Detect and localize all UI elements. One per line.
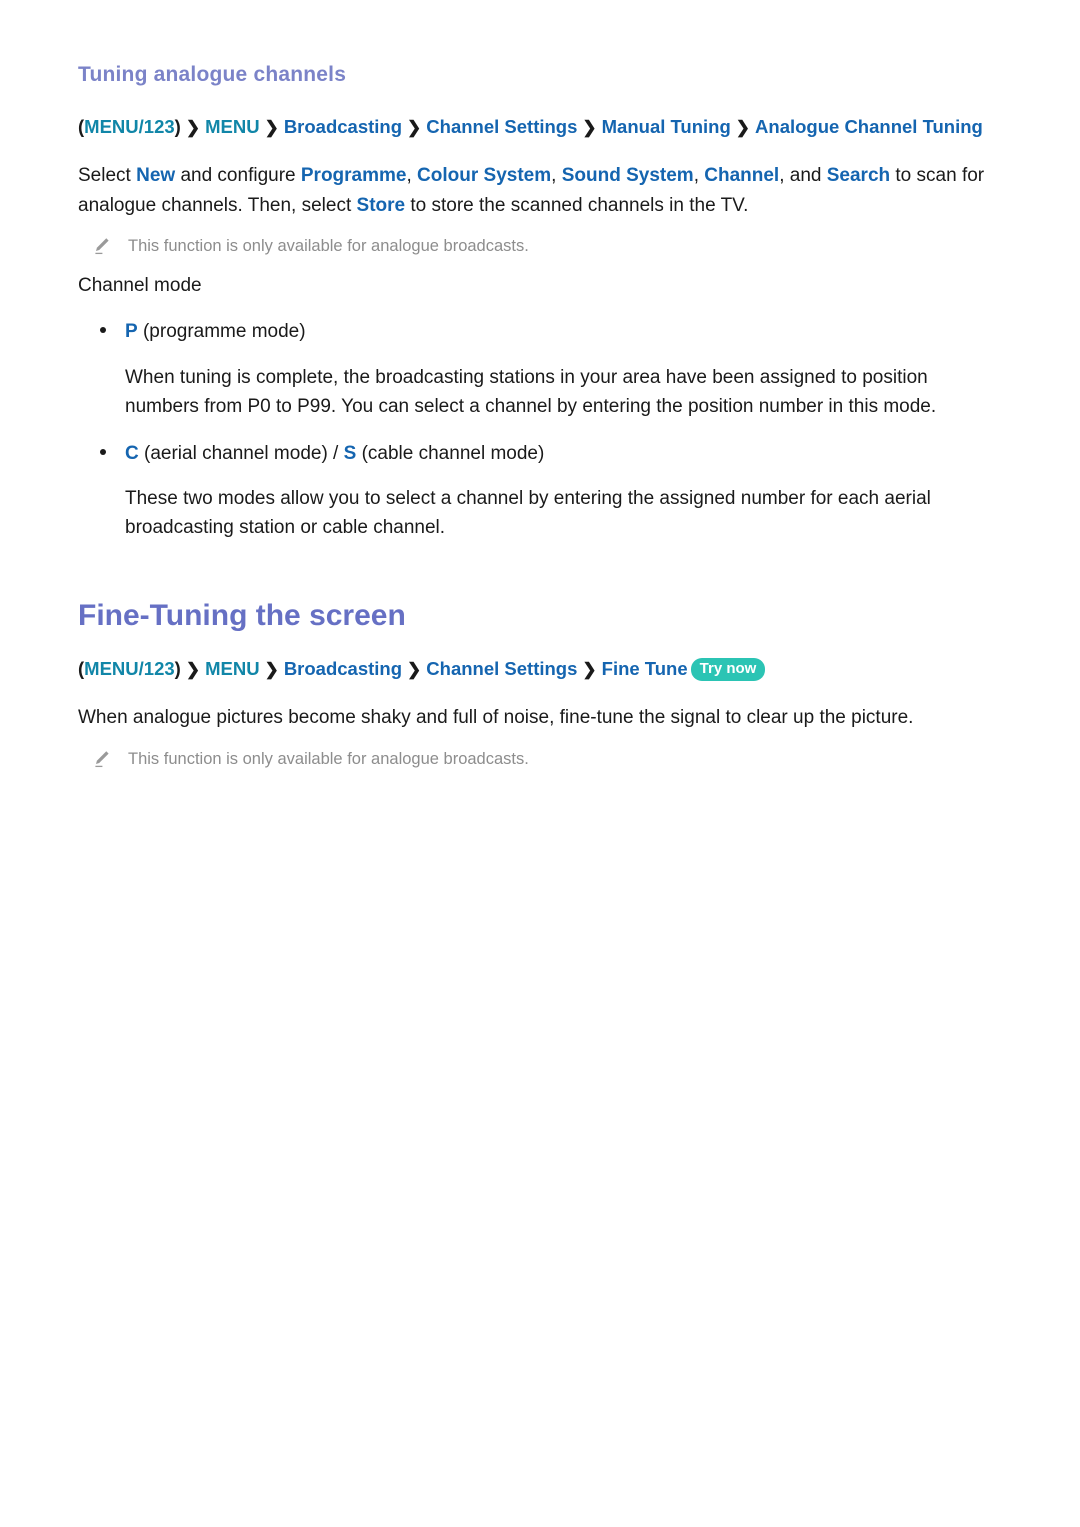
chevron-right-icon: ❯: [185, 660, 201, 680]
note-analogue-broadcasts-one: This function is only available for anal…: [78, 234, 990, 259]
chevron-right-icon: ❯: [185, 118, 201, 138]
breadcrumb-fine-tune: (MENU/123) ❯ MENU ❯ Broadcasting ❯ Channel Set…: [78, 656, 990, 683]
para-text: to store the scanned channels in the TV.: [405, 194, 749, 216]
breadcrumb-item-menu[interactable]: MENU: [205, 116, 259, 137]
keyword-programme: Programme: [300, 165, 407, 187]
bullet-dot-icon: [100, 448, 106, 455]
section-two-heading: Fine-Tuning the screen: [78, 598, 406, 632]
bullet-one-description: When tuning is complete, the broadcastin…: [125, 366, 937, 418]
breadcrumb-item-broadcasting[interactable]: Broadcasting: [284, 116, 402, 137]
note-text: This function is only available for anal…: [128, 236, 529, 255]
breadcrumb-item-menu[interactable]: MENU: [205, 658, 259, 679]
breadcrumb-analogue-channel-tuning: (MENU/123) ❯ MENU ❯ Broadcasting ❯ Channel Set…: [78, 114, 990, 141]
breadcrumb-item-menu123[interactable]: MENU/123: [84, 116, 174, 137]
keyword-colour-system: Colour System: [417, 165, 552, 187]
note-analogue-broadcasts-two: This function is only available for anal…: [78, 747, 990, 772]
bullet-content: C (aerial channel mode) / S (cable chann…: [125, 440, 544, 469]
list-item: P (programme mode): [78, 318, 990, 347]
para-text: ,: [693, 165, 705, 187]
section-one-heading: Tuning analogue channels: [78, 63, 347, 86]
bullet-two-description: These two modes allow you to select a ch…: [125, 488, 931, 539]
section-one-paragraph: Select New and configure Programme, Colo…: [78, 161, 990, 220]
keyword-sound-system: Sound System: [561, 165, 694, 187]
breadcrumb-close-paren: ): [174, 116, 181, 138]
para-text: ,: [406, 165, 418, 187]
chevron-right-icon: ❯: [407, 118, 422, 138]
breadcrumb-item-menu123[interactable]: MENU/123: [84, 658, 174, 679]
keyword-channel: Channel: [704, 165, 780, 187]
breadcrumb-item-channel-settings[interactable]: Channel Settings: [426, 658, 577, 679]
mode-label: (cable channel mode): [356, 442, 545, 464]
pencil-icon: [90, 235, 112, 257]
document-page: Tuning analogue channels (MENU/123) ❯ MENU…: [0, 0, 1080, 1527]
breadcrumb-item-fine-tune[interactable]: Fine Tune: [602, 658, 688, 679]
note-text: This function is only available for anal…: [128, 749, 529, 768]
keyword-new: New: [136, 165, 176, 187]
chevron-right-icon: ❯: [735, 118, 751, 138]
keyword-store: Store: [356, 194, 406, 216]
mode-key-p: P: [125, 321, 138, 343]
bullet-dot-icon: [100, 327, 106, 334]
breadcrumb-item-manual-tuning[interactable]: Manual Tuning: [602, 116, 731, 137]
breadcrumb-item-channel-settings[interactable]: Channel Settings: [426, 116, 577, 137]
breadcrumb-item-analogue-channel-tuning[interactable]: Analogue Channel Tuning: [755, 116, 983, 137]
list-item: C (aerial channel mode) / S (cable chann…: [78, 440, 990, 469]
chevron-right-icon: ❯: [582, 118, 597, 138]
mode-key-s: S: [343, 442, 357, 464]
keyword-search: Search: [826, 165, 891, 187]
pencil-icon: [90, 748, 112, 770]
breadcrumb-close-paren: ): [174, 658, 181, 680]
para-text: and configure: [175, 165, 301, 187]
channel-mode-label: Channel mode: [78, 274, 202, 296]
chevron-right-icon: ❯: [264, 118, 279, 138]
section-two-paragraph: When analogue pictures become shaky and …: [78, 707, 914, 729]
chevron-right-icon: ❯: [407, 660, 422, 680]
breadcrumb-item-broadcasting[interactable]: Broadcasting: [284, 658, 402, 679]
para-text: , and: [779, 165, 827, 187]
mode-key-c: C: [125, 442, 139, 464]
try-now-badge[interactable]: Try now: [690, 658, 766, 681]
mode-label: (aerial channel mode) /: [138, 442, 344, 464]
para-text: ,: [551, 165, 562, 187]
mode-label: (programme mode): [137, 321, 306, 343]
chevron-right-icon: ❯: [582, 660, 597, 680]
chevron-right-icon: ❯: [264, 660, 279, 680]
bullet-content: P (programme mode): [125, 318, 306, 347]
para-text: Select: [78, 165, 137, 187]
